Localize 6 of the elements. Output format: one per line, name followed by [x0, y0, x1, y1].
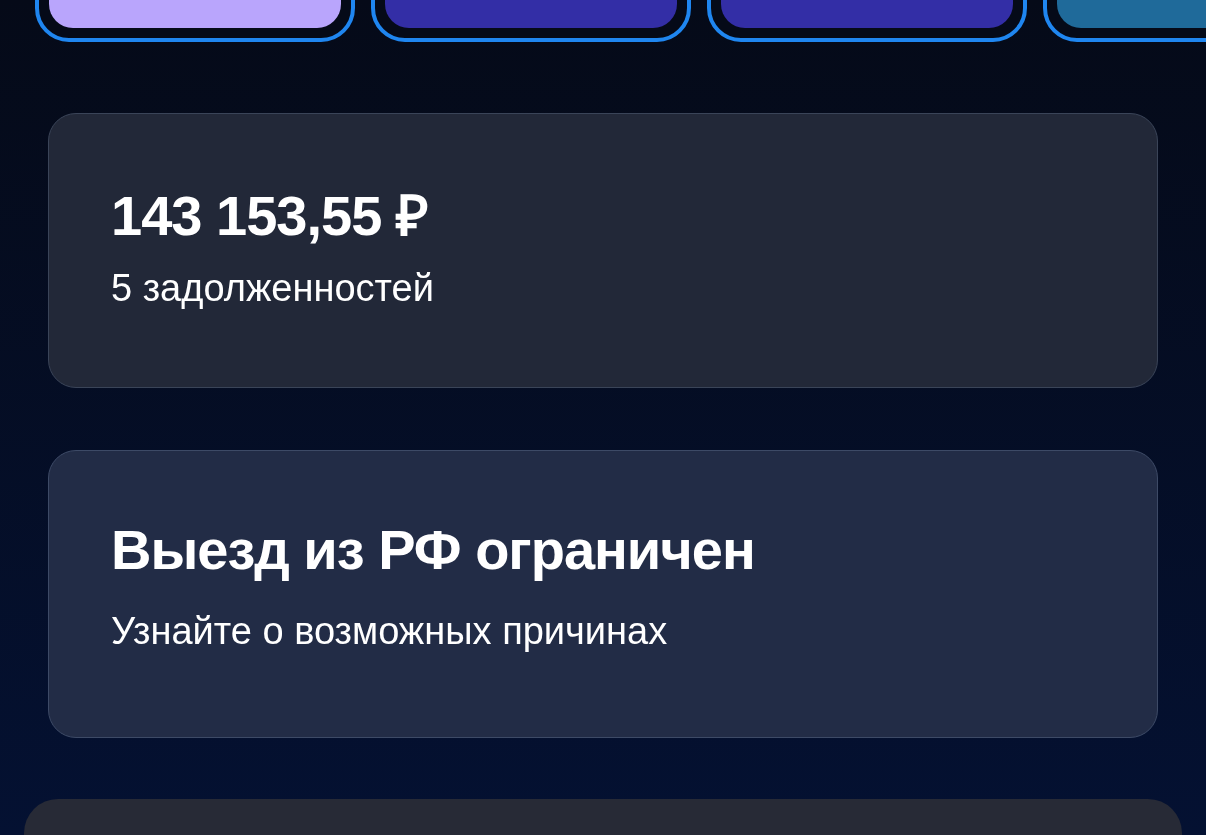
debt-count: 5 задолженностей	[111, 266, 435, 311]
debt-card[interactable]: 143 153,55 ₽ 5 задолженностей	[48, 113, 1158, 388]
debt-amount: 143 153,55 ₽	[111, 186, 429, 246]
travel-link[interactable]: Узнайте о возможных причинах	[111, 607, 1095, 655]
travel-title: Выезд из РФ ограничен	[111, 517, 756, 583]
travel-card[interactable]: Выезд из РФ ограничен Узнайте о возможных причинах	[48, 450, 1158, 738]
